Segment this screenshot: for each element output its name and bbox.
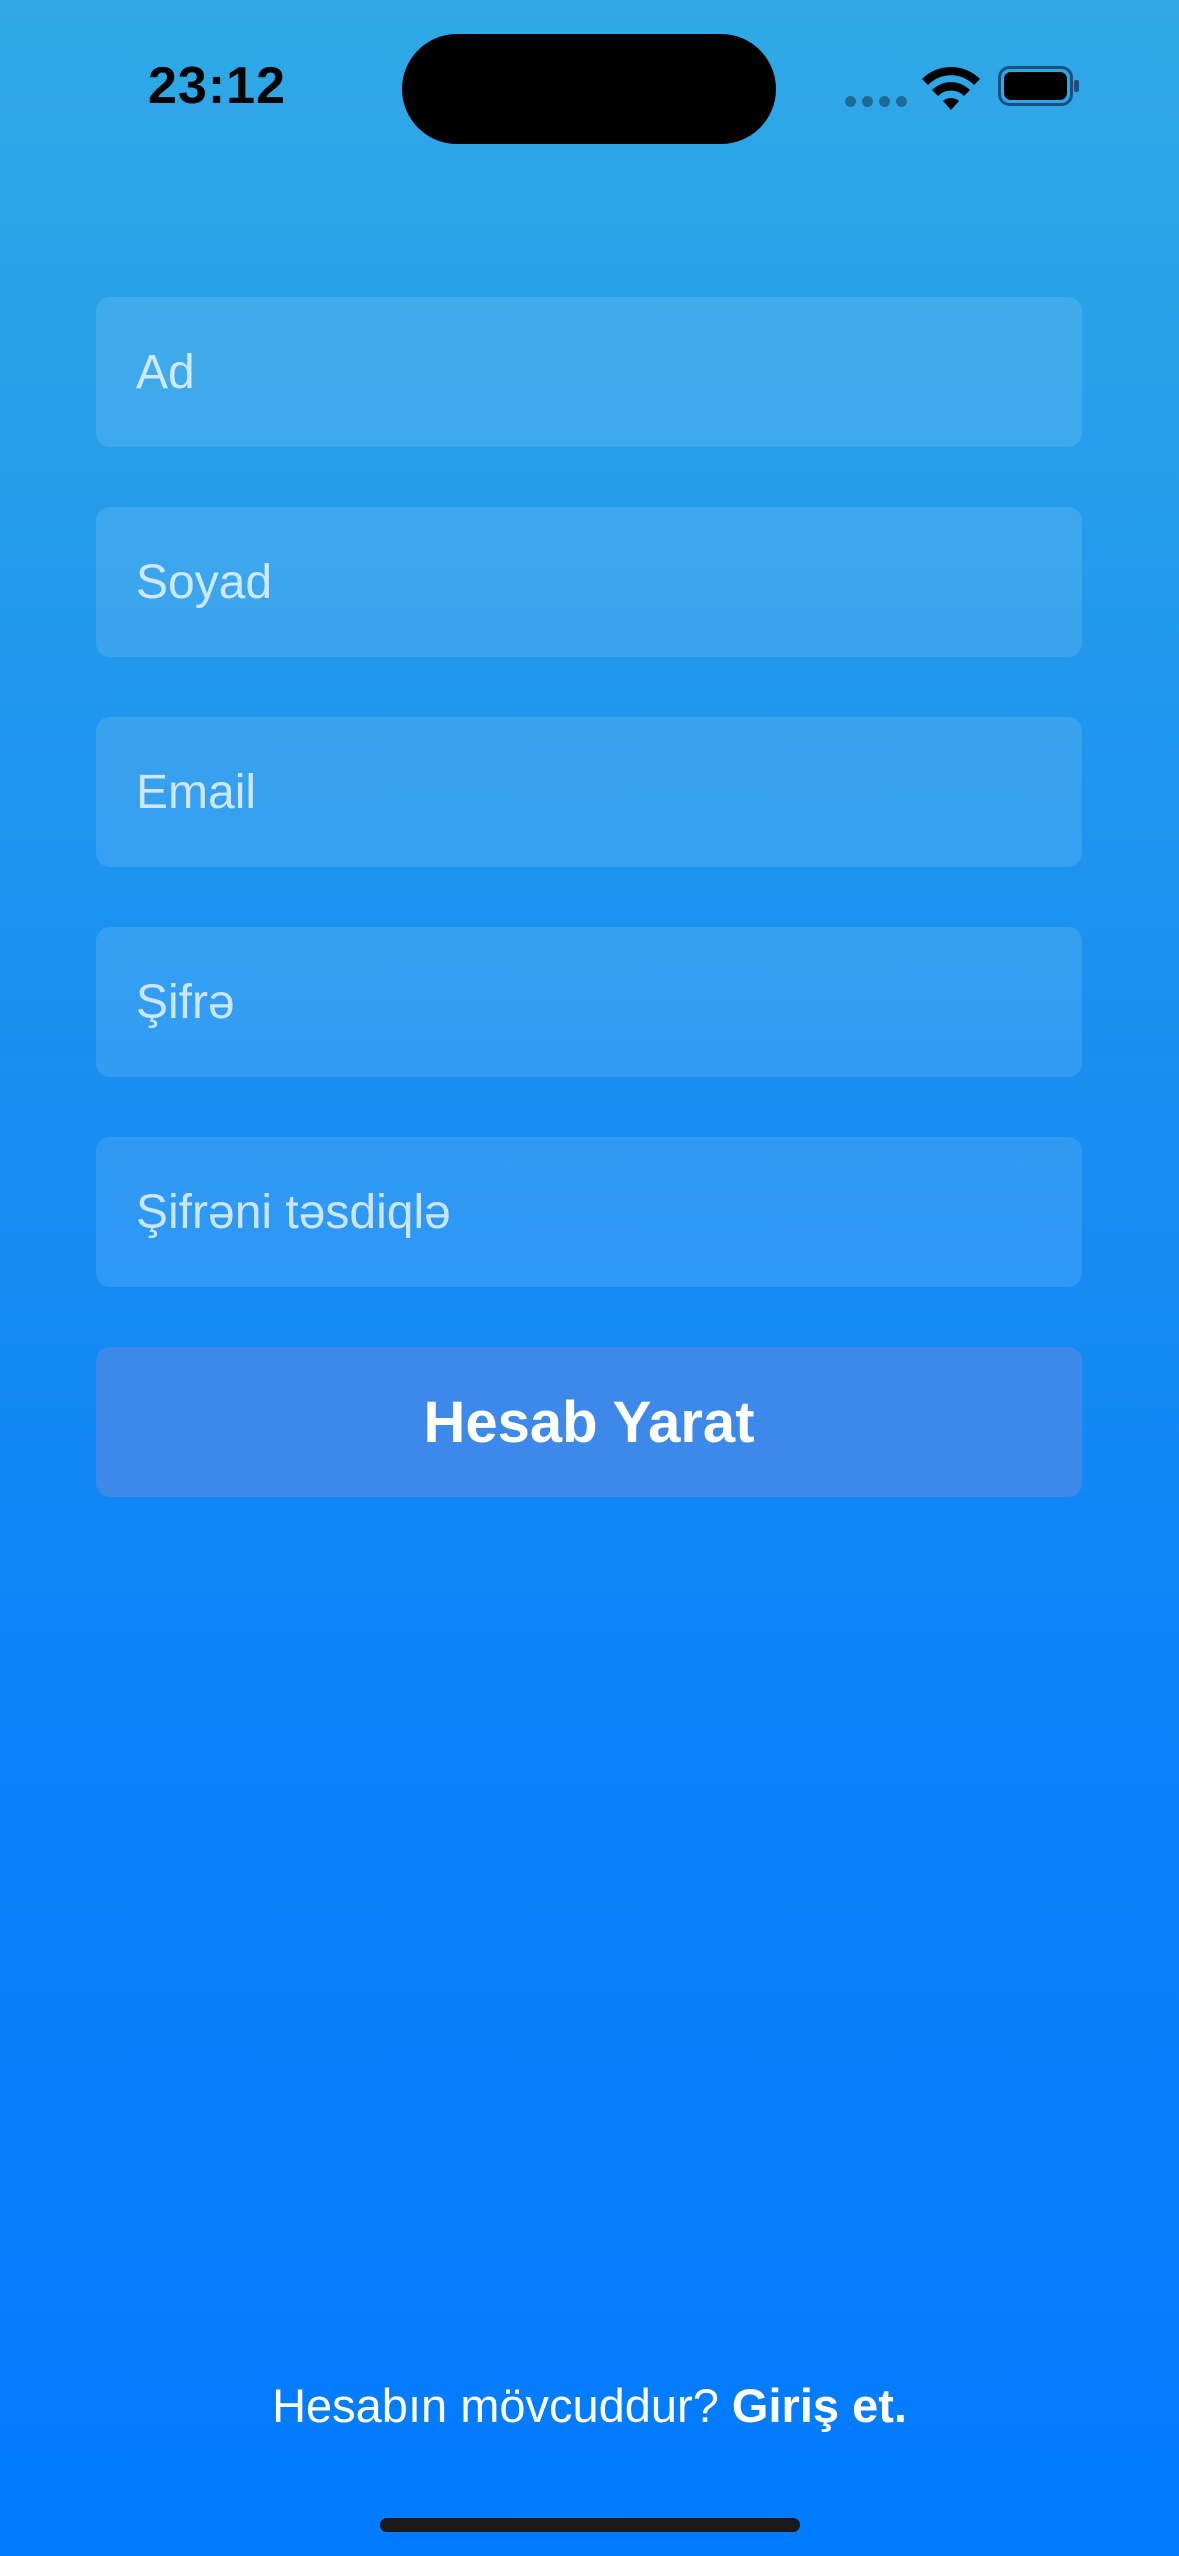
first-name-field[interactable] — [96, 297, 1082, 447]
first-name-input[interactable] — [134, 343, 1044, 401]
cellular-signal-icon — [845, 96, 907, 107]
confirm-password-field[interactable] — [96, 1137, 1082, 1287]
home-indicator[interactable] — [380, 2518, 800, 2532]
password-input[interactable] — [134, 973, 1044, 1031]
login-prompt: Hesabın mövcuddur? Giriş et. — [0, 2378, 1179, 2433]
battery-icon — [998, 66, 1079, 106]
login-prompt-text: Hesabın mövcuddur? — [272, 2379, 719, 2432]
login-link[interactable]: Giriş et. — [732, 2379, 907, 2432]
last-name-field[interactable] — [96, 507, 1082, 657]
confirm-password-input[interactable] — [134, 1183, 1044, 1241]
status-time: 23:12 — [148, 57, 286, 115]
email-input[interactable] — [134, 763, 1044, 821]
password-field[interactable] — [96, 927, 1082, 1077]
last-name-input[interactable] — [134, 553, 1044, 611]
create-account-button[interactable]: Hesab Yarat — [96, 1347, 1082, 1497]
email-field[interactable] — [96, 717, 1082, 867]
dynamic-island — [402, 34, 776, 144]
wifi-icon — [922, 66, 980, 110]
